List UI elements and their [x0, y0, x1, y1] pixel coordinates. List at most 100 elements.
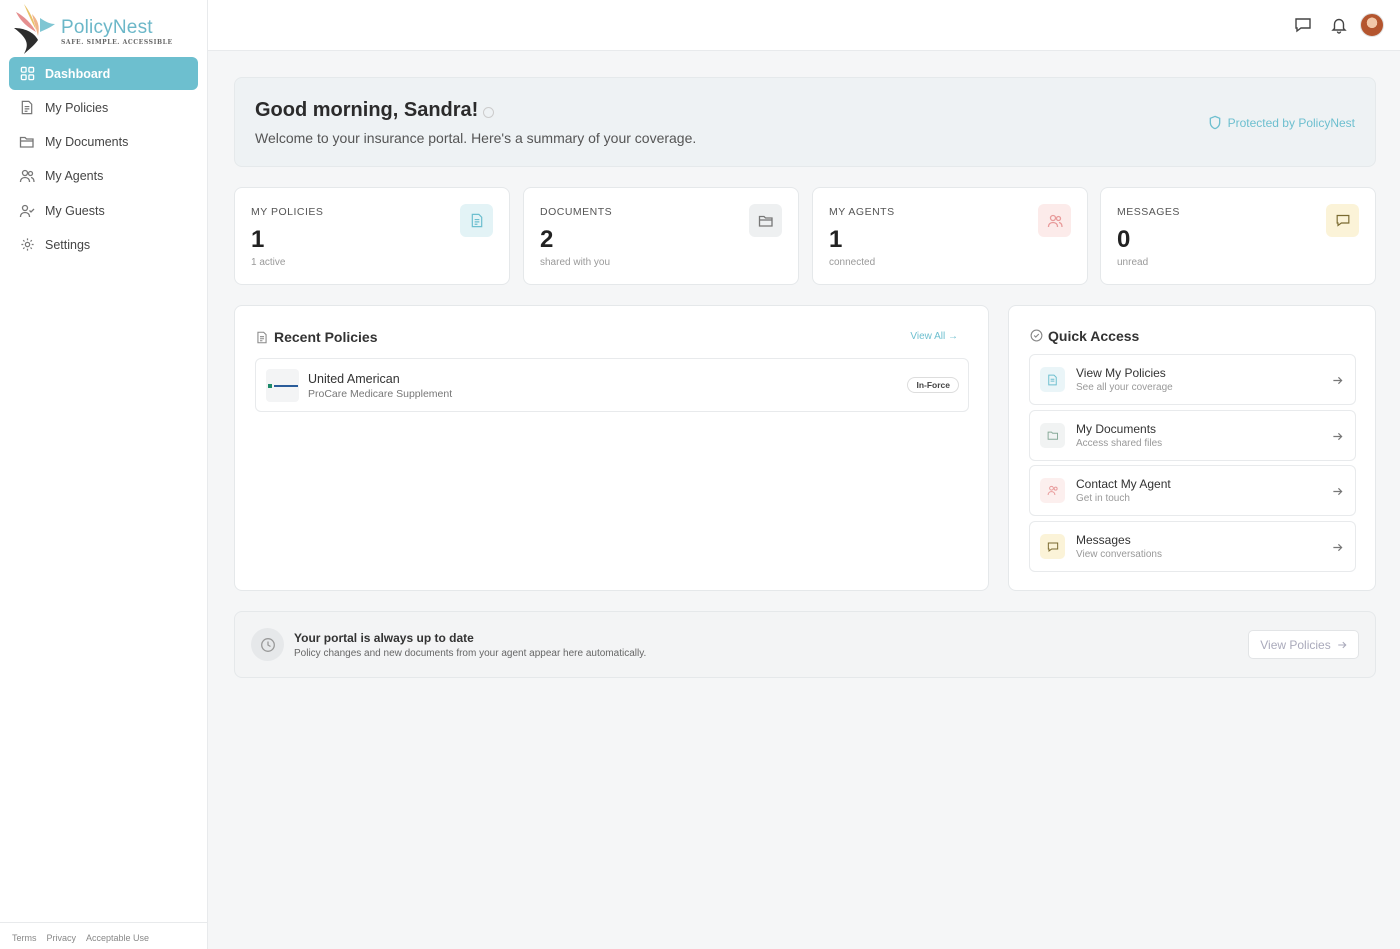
check-circle-icon: [1030, 329, 1043, 347]
arrow-right-icon: [1332, 540, 1343, 558]
sidebar-footer: Terms Privacy Acceptable Use: [0, 922, 207, 943]
sidebar-item-label: Settings: [45, 237, 91, 252]
users-icon: [1038, 204, 1071, 237]
clock-icon: [251, 628, 284, 661]
users-icon: [19, 168, 35, 184]
stat-value: 1: [251, 226, 265, 253]
policy-row[interactable]: United American ProCare Medicare Supplem…: [255, 358, 969, 412]
acceptable-use-link[interactable]: Acceptable Use: [86, 933, 149, 943]
quick-access-title: Quick Access: [1048, 328, 1140, 344]
document-icon: [19, 100, 35, 116]
arrow-right-icon: [1332, 429, 1343, 447]
stat-subtext: shared with you: [540, 257, 611, 268]
sidebar-item-settings[interactable]: Settings: [9, 228, 198, 261]
view-all-label: View All: [910, 331, 946, 342]
protected-badge: Protected by PolicyNest: [1208, 115, 1355, 130]
stat-label: MY POLICIES: [251, 206, 324, 218]
chat-icon: [1040, 534, 1065, 559]
recent-policies-panel: Recent Policies View All → United Americ…: [234, 305, 989, 591]
stat-value: 1: [829, 226, 843, 253]
quick-access-title: Contact My Agent: [1076, 477, 1171, 491]
banner-subtitle: Policy changes and new documents from yo…: [294, 648, 647, 659]
shield-icon: [1209, 115, 1220, 130]
document-icon: [460, 204, 493, 237]
quick-access-contact-my-agent[interactable]: Contact My Agent Get in touch: [1029, 465, 1356, 516]
gear-icon: [19, 237, 35, 253]
carrier-logo: [266, 369, 299, 402]
sidebar-item-my-guests[interactable]: My Guests: [9, 194, 198, 227]
avatar[interactable]: [1360, 13, 1384, 37]
stat-subtext: connected: [829, 257, 876, 268]
arrow-right-icon: [1332, 484, 1343, 502]
policy-carrier: United American: [308, 372, 400, 386]
sidebar-item-label: Dashboard: [45, 66, 111, 81]
view-policies-button[interactable]: View Policies: [1248, 630, 1359, 659]
policy-plan: ProCare Medicare Supplement: [308, 388, 453, 400]
arrow-right-icon: →: [948, 331, 958, 342]
user-check-icon: [19, 203, 35, 219]
policynest-logo[interactable]: PolicyNest SAFE. SIMPLE. ACCESSIBLE: [10, 2, 200, 54]
stat-value: 2: [540, 226, 554, 253]
brand-name: PolicyNest: [61, 17, 153, 38]
quick-access-subtitle: Get in touch: [1076, 493, 1130, 504]
folder-icon: [19, 134, 35, 150]
quick-access-subtitle: See all your coverage: [1076, 382, 1173, 393]
button-label: View Policies: [1260, 637, 1331, 652]
arrow-right-icon: [1337, 641, 1347, 648]
sidebar: PolicyNest SAFE. SIMPLE. ACCESSIBLE Dash…: [0, 0, 208, 949]
welcome-message: Welcome to your insurance portal. Here's…: [255, 130, 697, 146]
chat-icon: [1326, 204, 1359, 237]
welcome-card: Good morning, Sandra! Welcome to your in…: [234, 77, 1376, 167]
quick-access-subtitle: View conversations: [1076, 549, 1162, 560]
topbar: [208, 0, 1400, 51]
recent-policies-title: Recent Policies: [274, 329, 378, 345]
status-badge: In-Force: [907, 377, 959, 393]
sidebar-item-my-policies[interactable]: My Policies: [9, 91, 198, 124]
quick-access-panel: Quick Access View My Policies See all yo…: [1008, 305, 1376, 591]
stat-value: 0: [1117, 226, 1131, 253]
bird-logo-icon: [14, 4, 55, 54]
sidebar-item-my-agents[interactable]: My Agents: [9, 160, 198, 193]
sidebar-item-label: My Policies: [45, 100, 109, 115]
sidebar-item-label: My Agents: [45, 169, 104, 184]
stat-card-my-policies[interactable]: MY POLICIES 1 1 active: [234, 187, 510, 285]
view-all-link[interactable]: View All →: [910, 331, 958, 342]
folder-icon: [1040, 423, 1065, 448]
sidebar-item-my-documents[interactable]: My Documents: [9, 126, 198, 159]
quick-access-view-my-policies[interactable]: View My Policies See all your coverage: [1029, 354, 1356, 405]
terms-link[interactable]: Terms: [12, 933, 37, 943]
quick-access-messages[interactable]: Messages View conversations: [1029, 521, 1356, 572]
brand-tagline: SAFE. SIMPLE. ACCESSIBLE: [61, 39, 173, 46]
quick-access-title: Messages: [1076, 533, 1131, 547]
sidebar-item-label: My Guests: [45, 203, 105, 218]
quick-access-subtitle: Access shared files: [1076, 438, 1163, 449]
stat-card-my-agents[interactable]: MY AGENTS 1 connected: [812, 187, 1088, 285]
sidebar-nav: Dashboard My Policies My Documents My Ag…: [9, 57, 198, 263]
chat-icon[interactable]: [1294, 16, 1312, 34]
stat-label: MY AGENTS: [829, 206, 895, 218]
stat-label: DOCUMENTS: [540, 206, 613, 218]
stat-label: MESSAGES: [1117, 206, 1180, 218]
quick-access-title: My Documents: [1076, 422, 1157, 436]
stat-card-messages[interactable]: MESSAGES 0 unread: [1100, 187, 1376, 285]
quick-access-title: View My Policies: [1076, 366, 1166, 380]
sidebar-item-label: My Documents: [45, 135, 129, 150]
sidebar-item-dashboard[interactable]: Dashboard: [9, 57, 198, 90]
grid-icon: [19, 66, 35, 82]
greeting: Good morning, Sandra!: [255, 99, 479, 121]
stat-subtext: 1 active: [251, 257, 286, 268]
update-banner: Your portal is always up to date Policy …: [234, 611, 1376, 678]
folder-icon: [749, 204, 782, 237]
privacy-link[interactable]: Privacy: [47, 933, 77, 943]
quick-access-my-documents[interactable]: My Documents Access shared files: [1029, 410, 1356, 461]
protected-text: Protected by PolicyNest: [1227, 115, 1355, 130]
users-icon: [1040, 478, 1065, 503]
info-icon: [483, 107, 494, 118]
banner-title: Your portal is always up to date: [294, 631, 474, 645]
bell-icon[interactable]: [1330, 16, 1348, 34]
document-icon: [1040, 367, 1065, 392]
stat-card-documents[interactable]: DOCUMENTS 2 shared with you: [523, 187, 799, 285]
arrow-right-icon: [1332, 373, 1343, 391]
document-icon: [256, 331, 268, 349]
stat-subtext: unread: [1117, 257, 1149, 268]
